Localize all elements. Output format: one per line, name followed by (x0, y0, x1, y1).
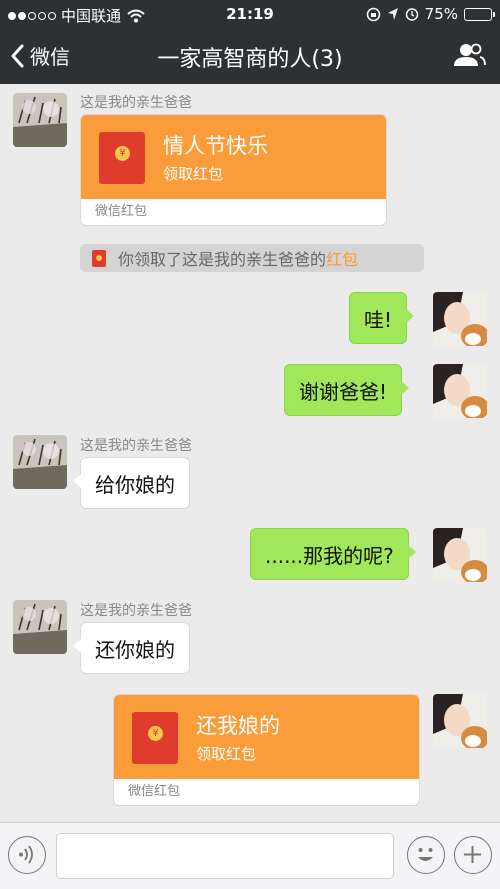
nav-bar: 微信 一家高智商的人(3) (0, 28, 500, 84)
red-packet-title: 还我娘的 (196, 714, 280, 738)
red-packet-footer: 微信红包 (95, 204, 148, 219)
message-bubble-self[interactable]: ......那我的呢? (250, 528, 416, 580)
status-bar: 中国联通 21:19 75% (0, 0, 500, 28)
more-button[interactable] (454, 836, 492, 874)
plus-icon (464, 846, 481, 863)
message-text: 还你娘的 (95, 637, 175, 662)
avatar-dad[interactable] (13, 600, 67, 654)
red-packet-body: ¥ 情人节快乐 领取红包 (81, 115, 386, 199)
alarm-icon (405, 8, 418, 21)
avatar-dad[interactable] (13, 93, 67, 147)
location-icon (387, 8, 398, 20)
red-envelope-icon: ¥ (132, 712, 178, 764)
system-notice-text: 你领取了这是我的亲生爸爸的 (118, 250, 327, 269)
rotation-lock-icon (366, 7, 380, 21)
status-right: 75% (366, 5, 495, 23)
chat-title: 一家高智商的人(3) (157, 47, 343, 72)
sender-name: 这是我的亲生爸爸 (80, 438, 192, 454)
red-packet-message[interactable]: ¥ 还我娘的 领取红包 微信红包 (113, 694, 420, 806)
red-envelope-small-icon (92, 249, 106, 267)
message-text: 给你娘的 (95, 472, 175, 497)
contacts-icon[interactable] (454, 42, 486, 68)
voice-button[interactable] (8, 836, 46, 874)
chat-area[interactable]: 这是我的亲生爸爸 ¥ 情人节快乐 领取红包 微信红包 你领取了这是我的亲生爸爸的… (0, 84, 500, 822)
sender-name: 这是我的亲生爸爸 (80, 95, 192, 111)
message-text: 谢谢爸爸! (299, 379, 388, 404)
red-packet-body: ¥ 还我娘的 领取红包 (114, 695, 419, 779)
message-bubble-self[interactable]: 谢谢爸爸! (284, 364, 410, 416)
red-packet-title: 情人节快乐 (163, 134, 268, 158)
battery-icon (464, 7, 495, 21)
avatar-dad[interactable] (13, 435, 67, 489)
red-packet-link[interactable]: 红包 (326, 246, 358, 270)
message-input[interactable] (56, 833, 394, 879)
avatar-self[interactable] (433, 694, 487, 748)
message-text: ......那我的呢? (265, 543, 394, 568)
red-envelope-icon: ¥ (99, 132, 145, 184)
emoji-icon (418, 848, 433, 861)
red-packet-footer: 微信红包 (128, 784, 181, 799)
message-bubble-other[interactable]: 给你娘的 (73, 457, 190, 509)
red-packet-action: 领取红包 (163, 165, 224, 183)
battery-percent: 75% (424, 5, 458, 23)
message-text: 哇! (364, 307, 393, 332)
sender-name: 这是我的亲生爸爸 (80, 603, 192, 619)
voice-icon (19, 845, 33, 864)
avatar-self[interactable] (433, 528, 487, 582)
red-packet-action: 领取红包 (196, 745, 257, 763)
system-notice: 你领取了这是我的亲生爸爸的 红包 (80, 244, 424, 272)
message-bubble-other[interactable]: 还你娘的 (73, 622, 190, 674)
message-bubble-self[interactable]: 哇! (349, 292, 415, 344)
input-bar (0, 822, 500, 889)
avatar-self[interactable] (433, 364, 487, 418)
avatar-self[interactable] (433, 292, 487, 346)
emoji-button[interactable] (407, 836, 445, 874)
red-packet-message[interactable]: ¥ 情人节快乐 领取红包 微信红包 (80, 114, 387, 226)
